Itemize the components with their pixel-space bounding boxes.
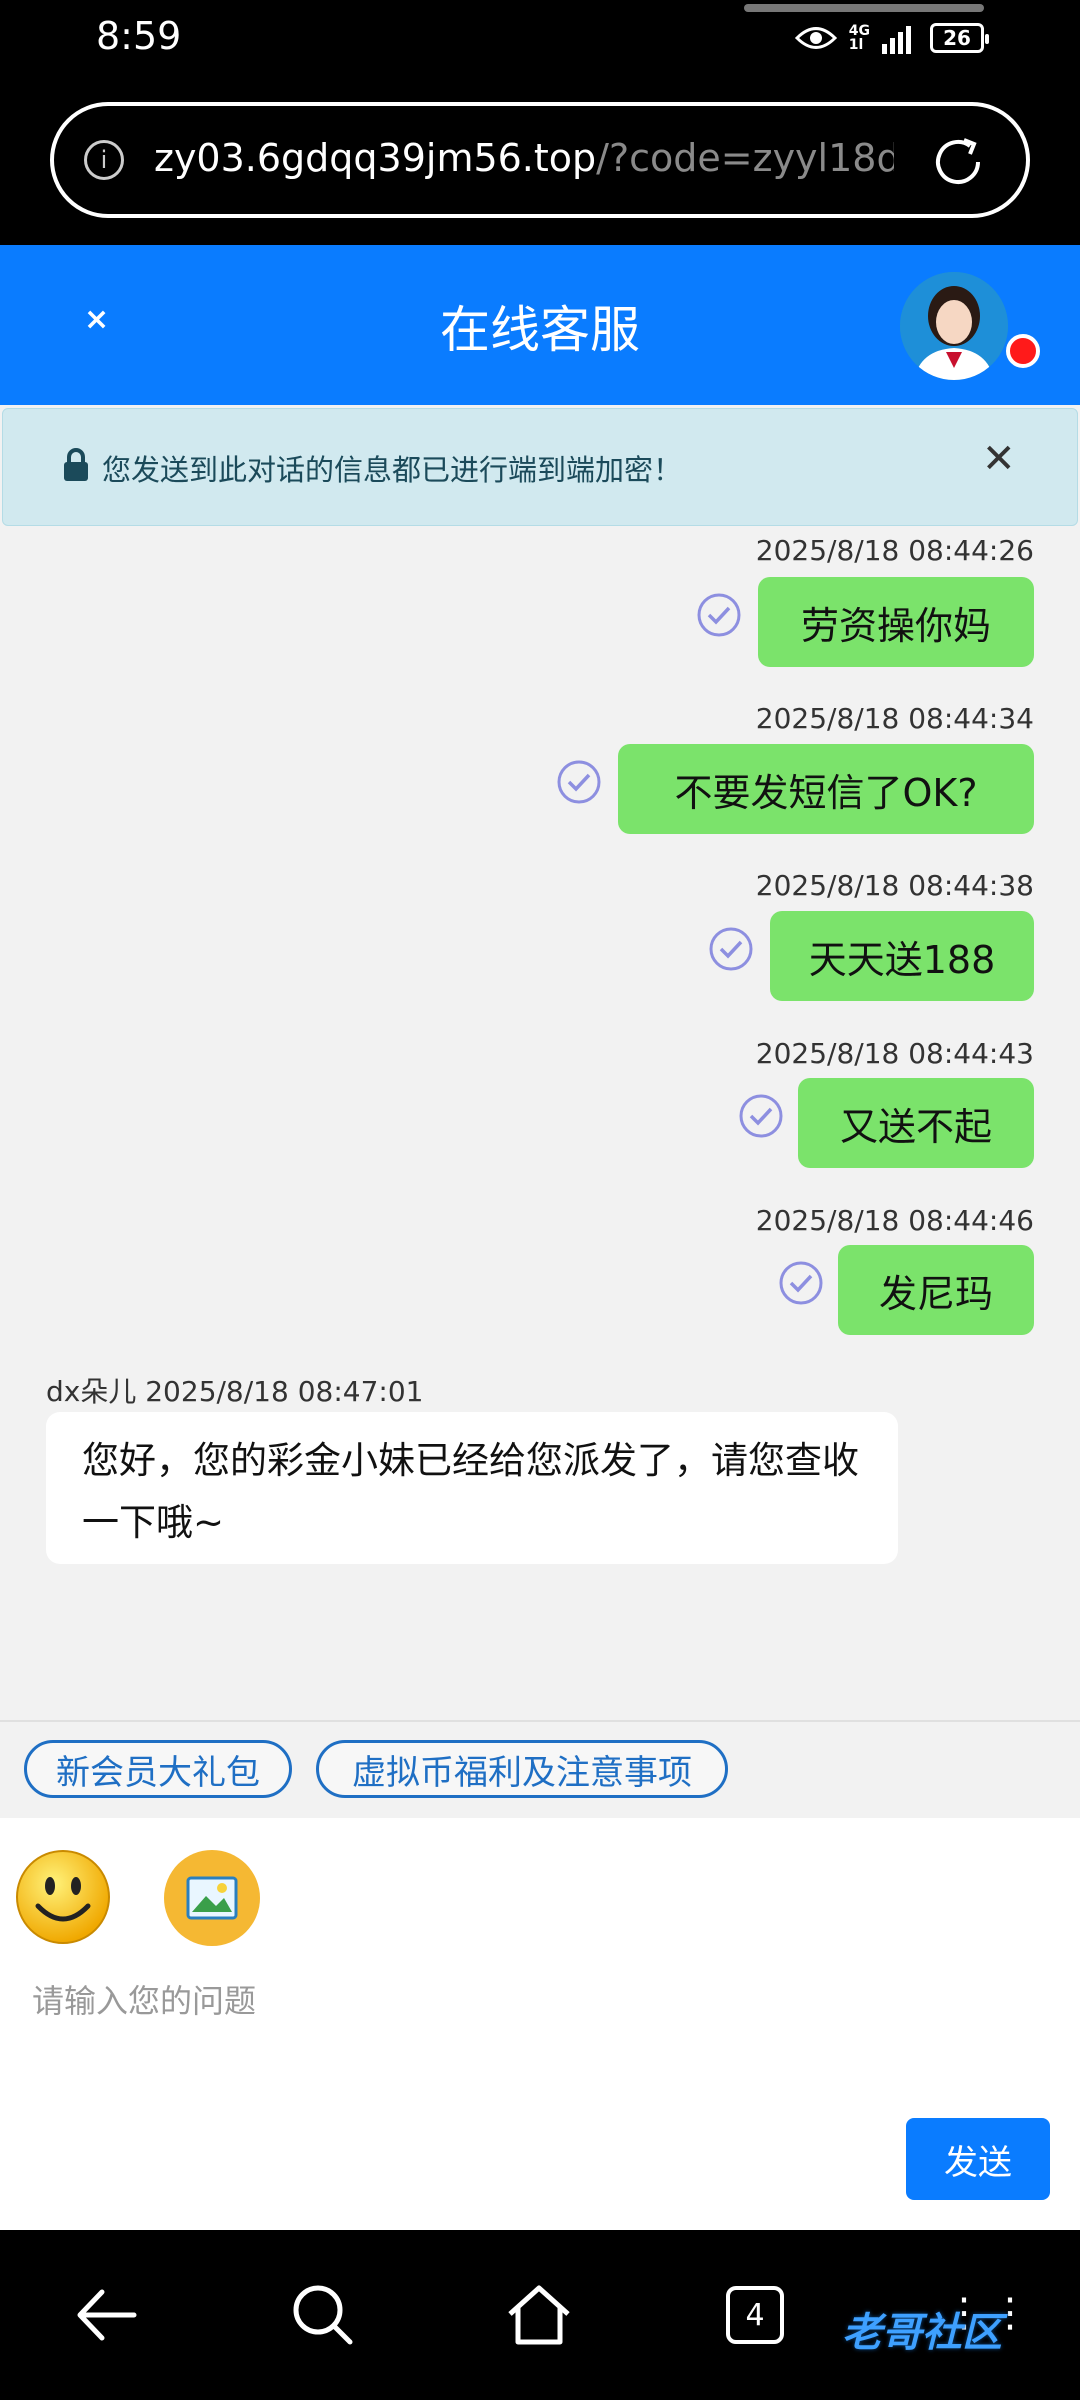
read-check-icon [779,1261,823,1305]
read-check-icon [739,1094,783,1138]
outgoing-message[interactable]: 不要发短信了OK? [618,744,1034,834]
quick-reply-crypto-benefits[interactable]: 虚拟币福利及注意事项 [316,1740,728,1798]
watermark-logo: 老哥社区 [842,2310,1002,2356]
home-icon[interactable] [504,2280,574,2350]
agent-message-meta: dx朵儿 2025/8/18 08:47:01 [46,1375,424,1408]
outgoing-message[interactable]: 劳资操你妈 [758,577,1034,667]
incoming-message[interactable]: 您好，您的彩金小妹已经给您派发了，请您查收一下哦~ [46,1412,898,1564]
back-icon[interactable] [72,2280,142,2350]
url-text[interactable]: zy03.6gdqq39jm56.top/?code=zyyl18dx1 [154,136,894,180]
eye-icon [794,27,837,49]
message-input[interactable] [30,1960,1034,2042]
message-timestamp: 2025/8/18 08:44:34 [755,702,1034,735]
battery-icon: 26 [930,23,989,53]
status-icons: 4G 1l 26 [794,18,989,58]
image-icon [186,1876,238,1920]
notice-text: 您发送到此对话的信息都已进行端到端加密！ [102,453,683,487]
read-check-icon [557,760,601,804]
outgoing-message[interactable]: 发尼玛 [838,1245,1034,1335]
image-upload-button[interactable] [164,1850,260,1946]
outgoing-message[interactable]: 又送不起 [798,1078,1034,1168]
message-timestamp: 2025/8/18 08:44:26 [755,534,1034,567]
network-indicator: 4G 1l [848,23,870,53]
tabs-button[interactable]: 4 [726,2286,784,2344]
reload-icon[interactable] [928,132,988,192]
lock-icon [64,448,88,481]
quick-reply-new-member[interactable]: 新会员大礼包 [24,1740,292,1798]
search-icon[interactable] [288,2280,358,2350]
avatar-image [900,272,1008,380]
notice-close-button[interactable]: ✕ [982,436,1016,482]
message-timestamp: 2025/8/18 08:44:38 [755,869,1034,902]
read-check-icon [709,927,753,971]
url-path: /?code=zyyl18dx1 [596,136,894,180]
signal-icon [882,26,911,54]
read-check-icon [697,593,741,637]
url-host: zy03.6gdqq39jm56.top [154,136,597,180]
message-timestamp: 2025/8/18 08:44:46 [755,1204,1034,1237]
agent-avatar[interactable] [900,272,1008,380]
status-time: 8:59 [96,14,182,58]
notch-pill [744,4,984,12]
message-timestamp: 2025/8/18 08:44:43 [755,1037,1034,1070]
online-status-dot [1006,334,1040,368]
info-icon[interactable]: i [84,140,124,180]
outgoing-message[interactable]: 天天送188 [770,911,1034,1001]
send-button[interactable]: 发送 [906,2118,1050,2200]
emoji-icon[interactable] [14,1848,112,1946]
